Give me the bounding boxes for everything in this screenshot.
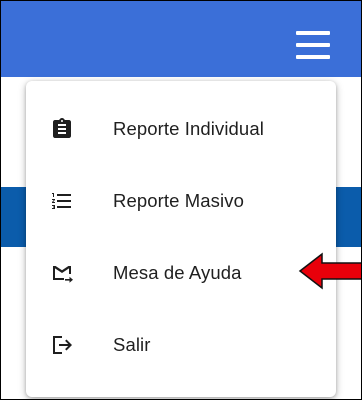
menu-item-reporte-masivo[interactable]: Reporte Masivo (26, 171, 336, 231)
menu-item-label: Reporte Individual (113, 118, 264, 139)
logout-icon (53, 336, 72, 354)
clipboard-icon (53, 118, 71, 138)
menu-item-mesa-de-ayuda[interactable]: Mesa de Ayuda (26, 243, 336, 303)
app-screen: Reporte Individual Reporte Masivo Mesa d… (0, 0, 362, 400)
red-pointer-arrow-icon (298, 252, 361, 290)
numbered-list-icon (52, 193, 71, 209)
dropdown-menu: Reporte Individual Reporte Masivo Mesa d… (26, 81, 336, 397)
menu-item-label: Salir (113, 334, 151, 355)
menu-item-label: Mesa de Ayuda (113, 262, 242, 283)
menu-item-label: Reporte Masivo (113, 190, 244, 211)
mail-send-icon (53, 266, 73, 283)
hamburger-menu-icon[interactable] (296, 31, 330, 59)
menu-item-salir[interactable]: Salir (26, 315, 336, 375)
menu-item-reporte-individual[interactable]: Reporte Individual (26, 99, 336, 159)
app-header-bar (1, 1, 361, 77)
